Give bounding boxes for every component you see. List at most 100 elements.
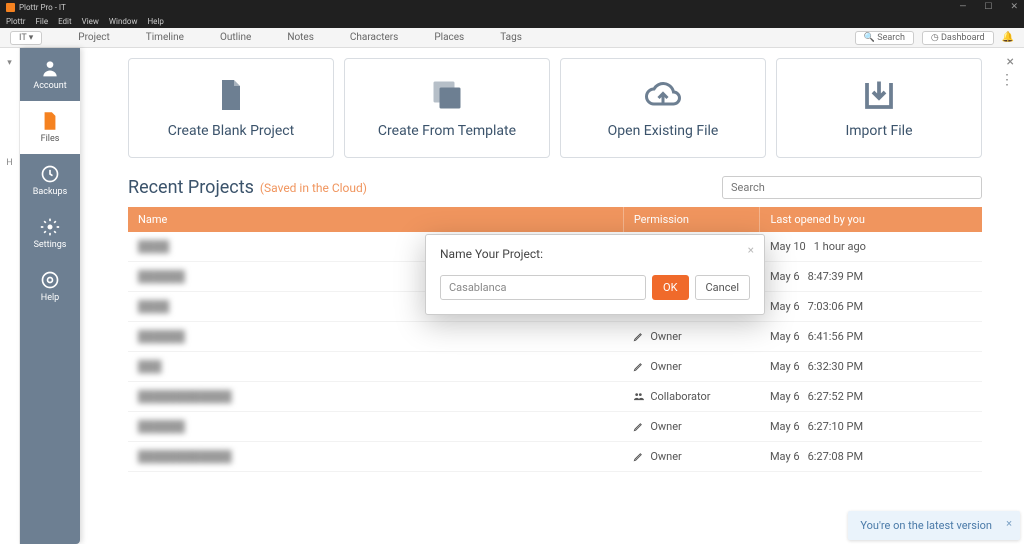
files-icon xyxy=(40,111,60,131)
maximize-icon[interactable]: ☐ xyxy=(984,2,992,12)
recent-search-input[interactable] xyxy=(722,176,982,199)
nav-outline[interactable]: Outline xyxy=(220,32,251,43)
toast-close-icon[interactable]: × xyxy=(1006,517,1012,530)
content-pane: × ⋮ Create Blank Project Create From Tem… xyxy=(80,48,1024,544)
close-icon[interactable]: ✕ xyxy=(1010,2,1018,12)
project-name-input[interactable] xyxy=(440,275,646,300)
template-icon xyxy=(429,77,465,113)
card-label: Import File xyxy=(845,123,912,139)
sidebar-item-files[interactable]: Files xyxy=(20,101,80,154)
ok-button[interactable]: OK xyxy=(652,275,688,300)
sidebar-label: Help xyxy=(41,293,59,303)
pen-icon xyxy=(633,421,644,432)
left-gutter: ▾ H xyxy=(0,48,20,544)
pane-close-icon[interactable]: × xyxy=(1007,54,1014,70)
pen-icon xyxy=(633,331,644,342)
card-open-existing[interactable]: Open Existing File xyxy=(560,58,766,158)
table-row[interactable]: ████████████ Collaborator May 66:27:52 PM xyxy=(128,382,982,412)
opened-cell: May 66:27:52 PM xyxy=(760,382,982,412)
nav-project[interactable]: Project xyxy=(78,32,110,43)
permission-cell: Collaborator xyxy=(633,390,750,403)
project-name: ████ xyxy=(138,240,169,253)
nav-dashboard-pill[interactable]: ◷ Dashboard xyxy=(922,31,994,45)
account-icon xyxy=(40,58,60,78)
project-name: ████████████ xyxy=(138,390,232,403)
sidebar-label: Backups xyxy=(33,187,67,197)
gutter-letter: H xyxy=(6,158,12,168)
nav-notes[interactable]: Notes xyxy=(287,32,314,43)
modal-close-icon[interactable]: × xyxy=(748,243,754,257)
card-import-file[interactable]: Import File xyxy=(776,58,982,158)
titlebar: Plottr Pro - IT — ☐ ✕ xyxy=(0,0,1024,14)
nav-timeline[interactable]: Timeline xyxy=(146,32,184,43)
filter-icon[interactable]: ▾ xyxy=(7,58,12,68)
toast-text: You're on the latest version xyxy=(860,519,992,532)
collaborator-icon xyxy=(633,391,644,402)
project-name: ██████ xyxy=(138,270,185,283)
nav-places[interactable]: Places xyxy=(434,32,464,43)
permission-cell: Owner xyxy=(633,450,750,463)
sidebar-item-backups[interactable]: Backups xyxy=(20,154,80,207)
blank-file-icon xyxy=(213,77,249,113)
card-label: Open Existing File xyxy=(608,123,719,139)
card-label: Create Blank Project xyxy=(168,123,294,139)
sidebar-item-settings[interactable]: Settings xyxy=(20,207,80,260)
opened-cell: May 66:32:30 PM xyxy=(760,352,982,382)
recent-title: Recent Projects xyxy=(128,177,254,198)
table-row[interactable]: ██████ Owner May 66:41:56 PM xyxy=(128,322,982,352)
col-opened[interactable]: Last opened by you xyxy=(760,207,982,232)
bell-icon[interactable]: 🔔 xyxy=(1002,32,1014,43)
version-toast: You're on the latest version × xyxy=(848,511,1020,540)
project-name: ████████████ xyxy=(138,450,232,463)
import-icon xyxy=(861,77,897,113)
opened-cell: May 101 hour ago xyxy=(760,232,982,262)
opened-cell: May 66:41:56 PM xyxy=(760,322,982,352)
app-icon xyxy=(6,3,15,12)
menu-file[interactable]: File xyxy=(36,17,49,26)
opened-cell: May 68:47:39 PM xyxy=(760,262,982,292)
sidebar-item-account[interactable]: Account xyxy=(20,48,80,101)
project-name: ████ xyxy=(138,300,169,313)
menu-edit[interactable]: Edit xyxy=(58,17,72,26)
pane-more-icon[interactable]: ⋮ xyxy=(1000,72,1014,88)
menu-help[interactable]: Help xyxy=(147,17,163,26)
card-create-template[interactable]: Create From Template xyxy=(344,58,550,158)
sidebar: Account Files Backups Settings Help xyxy=(20,48,80,544)
project-name: ██████ xyxy=(138,420,185,433)
permission-cell: Owner xyxy=(633,360,750,373)
menu-window[interactable]: Window xyxy=(109,17,138,26)
gear-icon xyxy=(40,217,60,237)
pen-icon xyxy=(633,451,644,462)
minimize-icon[interactable]: — xyxy=(959,2,966,12)
menu-plottr[interactable]: Plottr xyxy=(6,17,26,26)
col-permission[interactable]: Permission xyxy=(623,207,760,232)
menu-view[interactable]: View xyxy=(82,17,99,26)
nav-characters[interactable]: Characters xyxy=(350,32,398,43)
modal-title: Name Your Project: xyxy=(440,247,750,261)
cloud-upload-icon xyxy=(645,77,681,113)
cancel-button[interactable]: Cancel xyxy=(695,275,750,300)
project-name: ██████ xyxy=(138,330,185,343)
pen-icon xyxy=(633,361,644,372)
table-row[interactable]: ████████████ Owner May 66:27:08 PM xyxy=(128,442,982,472)
nav-tags[interactable]: Tags xyxy=(500,32,522,43)
sidebar-item-help[interactable]: Help xyxy=(20,260,80,313)
permission-cell: Owner xyxy=(633,330,750,343)
backups-icon xyxy=(40,164,60,184)
name-project-modal: × Name Your Project: OK Cancel xyxy=(425,234,765,315)
secondary-nav: IT ▾ Project Timeline Outline Notes Char… xyxy=(0,28,1024,48)
nav-search-pill[interactable]: 🔍 Search xyxy=(855,31,914,45)
opened-cell: May 66:27:08 PM xyxy=(760,442,982,472)
table-row[interactable]: ███OwnerMay 66:32:30 PM xyxy=(128,352,982,382)
card-create-blank[interactable]: Create Blank Project xyxy=(128,58,334,158)
lang-pill[interactable]: IT ▾ xyxy=(10,31,42,45)
window-controls: — ☐ ✕ xyxy=(959,2,1018,12)
sidebar-label: Files xyxy=(41,134,60,144)
card-label: Create From Template xyxy=(378,123,516,139)
sidebar-label: Settings xyxy=(34,240,67,250)
col-name[interactable]: Name xyxy=(128,207,623,232)
window-title: Plottr Pro - IT xyxy=(19,3,66,12)
table-row[interactable]: ██████OwnerMay 66:27:10 PM xyxy=(128,412,982,442)
opened-cell: May 67:03:06 PM xyxy=(760,292,982,322)
permission-cell: Owner xyxy=(633,420,750,433)
